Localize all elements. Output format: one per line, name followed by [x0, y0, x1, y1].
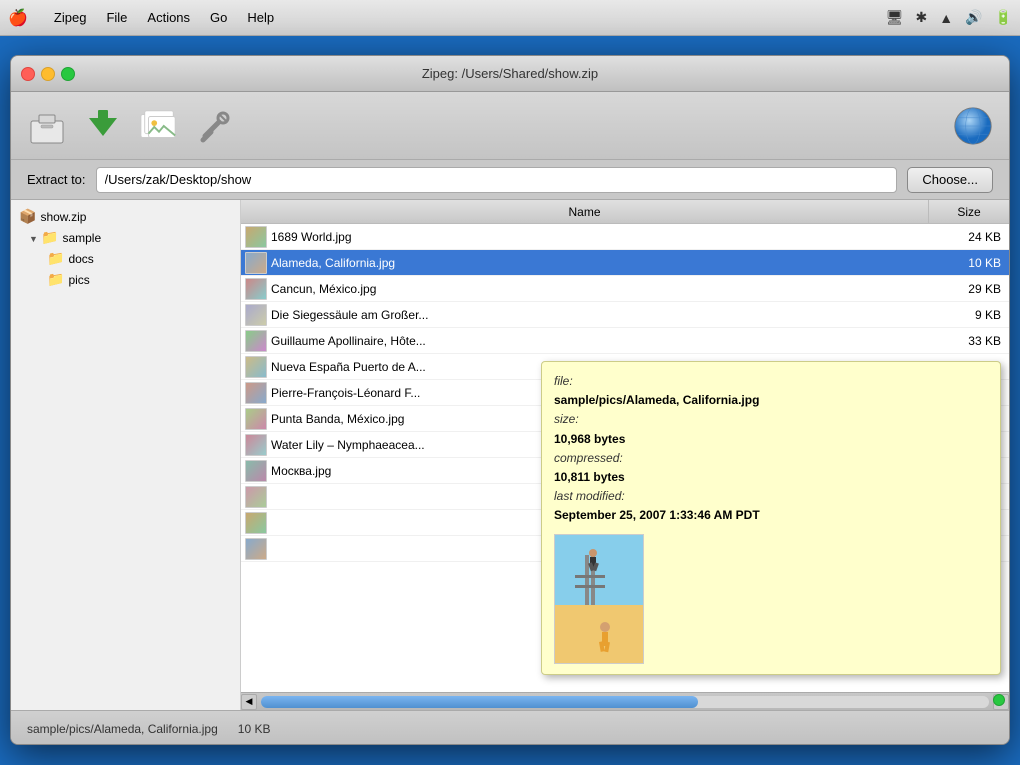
file-row[interactable]: Guillaume Apollinaire, Hôte...33 KB: [241, 328, 1009, 354]
menubar: 🍎 Zipeg File Actions Go Help 🖥 ✱ ▲ 🔊 🔋: [0, 0, 1020, 36]
zip-icon: 📦: [19, 208, 36, 225]
col-name-header: Name: [241, 200, 929, 223]
app-window: Zipeg: /Users/Shared/show.zip: [10, 55, 1010, 745]
battery-icon: 🔋: [995, 9, 1012, 26]
apple-menu[interactable]: 🍎: [8, 8, 28, 28]
file-name: 1689 World.jpg: [271, 230, 929, 244]
file-name: Cancun, México.jpg: [271, 282, 929, 296]
file-thumbnail: [245, 304, 267, 326]
tooltip-popup: file: sample/pics/Alameda, California.jp…: [541, 361, 1001, 675]
menu-file[interactable]: File: [96, 8, 137, 27]
file-size: 10 KB: [929, 256, 1009, 270]
window-title: Zipeg: /Users/Shared/show.zip: [422, 66, 598, 81]
extract-label: Extract to:: [27, 172, 86, 187]
tooltip-file-label: file:: [554, 372, 988, 391]
sidebar-label-showzip: show.zip: [40, 210, 86, 224]
folder-icon-sample: 📁: [41, 229, 58, 246]
tooltip-size-label: size:: [554, 410, 988, 429]
file-size: 9 KB: [929, 308, 1009, 322]
extract-icon: [83, 106, 123, 146]
sidebar-item-pics[interactable]: 📁 pics: [11, 269, 240, 290]
file-thumbnail: [245, 278, 267, 300]
photos-button[interactable]: [139, 106, 179, 146]
globe-button[interactable]: [953, 106, 993, 146]
wifi-icon: ▲: [939, 10, 953, 26]
extract-button[interactable]: [83, 106, 123, 146]
extract-bar: Extract to: Choose...: [11, 160, 1009, 200]
tools-button[interactable]: [195, 106, 235, 146]
triangle-open-icon: ▼: [29, 234, 37, 242]
sidebar-item-showzip[interactable]: 📦 show.zip: [11, 206, 240, 227]
file-thumbnail: [245, 356, 267, 378]
maximize-button[interactable]: [61, 67, 75, 81]
extract-path-input[interactable]: [96, 167, 898, 193]
file-thumbnail: [245, 252, 267, 274]
sidebar: 📦 show.zip ▼ 📁 sample 📁 docs 📁 pics: [11, 200, 241, 710]
menu-help[interactable]: Help: [237, 8, 284, 27]
sidebar-item-docs[interactable]: 📁 docs: [11, 248, 240, 269]
tooltip-thumbnail: [554, 534, 644, 664]
folder-icon-pics: 📁: [47, 271, 64, 288]
tooltip-size-value: 10,968 bytes: [554, 430, 988, 449]
tooltip-compressed-value: 10,811 bytes: [554, 468, 988, 487]
file-name: Alameda, California.jpg: [271, 256, 929, 270]
file-row[interactable]: 1689 World.jpg24 KB: [241, 224, 1009, 250]
choose-button[interactable]: Choose...: [907, 167, 993, 193]
file-size: 24 KB: [929, 230, 1009, 244]
file-thumbnail: [245, 226, 267, 248]
menubar-right: 🖥 ✱ ▲ 🔊 🔋: [886, 9, 1012, 26]
menu-actions[interactable]: Actions: [137, 8, 200, 27]
file-thumbnail: [245, 382, 267, 404]
file-row[interactable]: Cancun, México.jpg29 KB: [241, 276, 1009, 302]
archive-icon: [27, 106, 67, 146]
file-name: Guillaume Apollinaire, Hôte...: [271, 334, 929, 348]
sidebar-label-docs: docs: [68, 252, 93, 266]
sidebar-item-sample[interactable]: ▼ 📁 sample: [11, 227, 240, 248]
file-thumbnail: [245, 460, 267, 482]
scroll-left-arrow[interactable]: ◀: [241, 694, 257, 710]
file-thumbnail: [245, 486, 267, 508]
archive-button[interactable]: [27, 106, 67, 146]
tooltip-modified-value: September 25, 2007 1:33:46 AM PDT: [554, 506, 988, 525]
file-size: 33 KB: [929, 334, 1009, 348]
file-thumbnail: [245, 330, 267, 352]
h-scroll-thumb[interactable]: [261, 696, 698, 708]
sidebar-label-sample: sample: [62, 231, 101, 245]
file-name: Die Siegessäule am Großer...: [271, 308, 929, 322]
green-status-dot: [993, 694, 1005, 706]
minimize-button[interactable]: [41, 67, 55, 81]
close-button[interactable]: [21, 67, 35, 81]
file-row[interactable]: Die Siegessäule am Großer...9 KB: [241, 302, 1009, 328]
h-scroll-track[interactable]: [261, 696, 989, 708]
file-row[interactable]: Alameda, California.jpg10 KB: [241, 250, 1009, 276]
tooltip-compressed-label: compressed:: [554, 449, 988, 468]
file-thumbnail: [245, 408, 267, 430]
status-path: sample/pics/Alameda, California.jpg: [27, 722, 218, 736]
globe-icon: [953, 106, 993, 146]
titlebar: Zipeg: /Users/Shared/show.zip: [11, 56, 1009, 92]
photos-icon: [139, 106, 179, 146]
tooltip-modified-label: last modified:: [554, 487, 988, 506]
statusbar: sample/pics/Alameda, California.jpg 10 K…: [11, 710, 1009, 745]
bluetooth-icon: ✱: [916, 9, 928, 26]
tools-icon: [195, 106, 235, 146]
tooltip-file-value: sample/pics/Alameda, California.jpg: [554, 391, 988, 410]
volume-icon: 🔊: [965, 9, 982, 26]
file-thumbnail: [245, 512, 267, 534]
monitor-icon: 🖥: [886, 9, 904, 26]
status-size: 10 KB: [238, 722, 271, 736]
toolbar: [11, 92, 1009, 160]
menu-go[interactable]: Go: [200, 8, 237, 27]
file-size: 29 KB: [929, 282, 1009, 296]
file-thumbnail: [245, 538, 267, 560]
menu-app[interactable]: Zipeg: [44, 8, 97, 27]
col-size-header: Size: [929, 200, 1009, 223]
file-thumbnail: [245, 434, 267, 456]
traffic-lights: [21, 67, 75, 81]
file-list-header: Name Size: [241, 200, 1009, 224]
h-scrollbar[interactable]: ◀ ▶: [241, 692, 1009, 710]
folder-icon-docs: 📁: [47, 250, 64, 267]
sidebar-label-pics: pics: [68, 273, 89, 287]
